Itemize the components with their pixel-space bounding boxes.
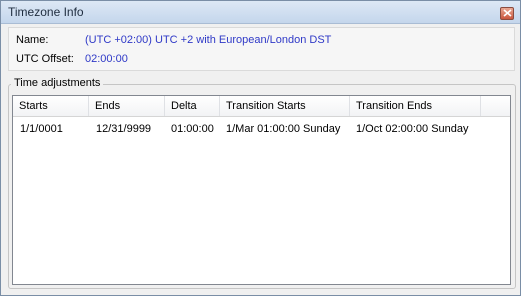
cell-transition-starts: 1/Mar 01:00:00 Sunday [226, 123, 341, 135]
column-header-ends[interactable]: Ends [89, 96, 165, 116]
utc-offset-label: UTC Offset: [16, 53, 74, 65]
timezone-info-panel: Name: (UTC +02:00) UTC +2 with European/… [8, 27, 515, 71]
column-header-delta[interactable]: Delta [165, 96, 220, 116]
cell-starts: 1/1/0001 [20, 123, 63, 135]
list-header: Starts Ends Delta Transition Starts Tran… [13, 96, 510, 117]
name-value: (UTC +02:00) UTC +2 with European/London… [85, 34, 332, 46]
column-header-transition-ends[interactable]: Transition Ends [350, 96, 481, 116]
window-title: Timezone Info [8, 5, 84, 19]
cell-transition-ends: 1/Oct 02:00:00 Sunday [356, 123, 469, 135]
cell-delta: 01:00:00 [171, 123, 214, 135]
cell-ends: 12/31/9999 [96, 123, 152, 135]
utc-offset-value: 02:00:00 [85, 53, 128, 65]
close-icon [503, 9, 512, 17]
name-label: Name: [16, 34, 49, 46]
title-bar[interactable]: Timezone Info [1, 1, 520, 24]
time-adjustments-title: Time adjustments [11, 77, 104, 89]
column-header-transition-starts[interactable]: Transition Starts [220, 96, 350, 116]
adjustments-list[interactable]: Starts Ends Delta Transition Starts Tran… [12, 95, 511, 285]
column-header-starts[interactable]: Starts [13, 96, 89, 116]
timezone-info-window: Timezone Info Name: (UTC +02:00) UTC +2 … [0, 0, 521, 296]
close-button[interactable] [500, 7, 514, 20]
